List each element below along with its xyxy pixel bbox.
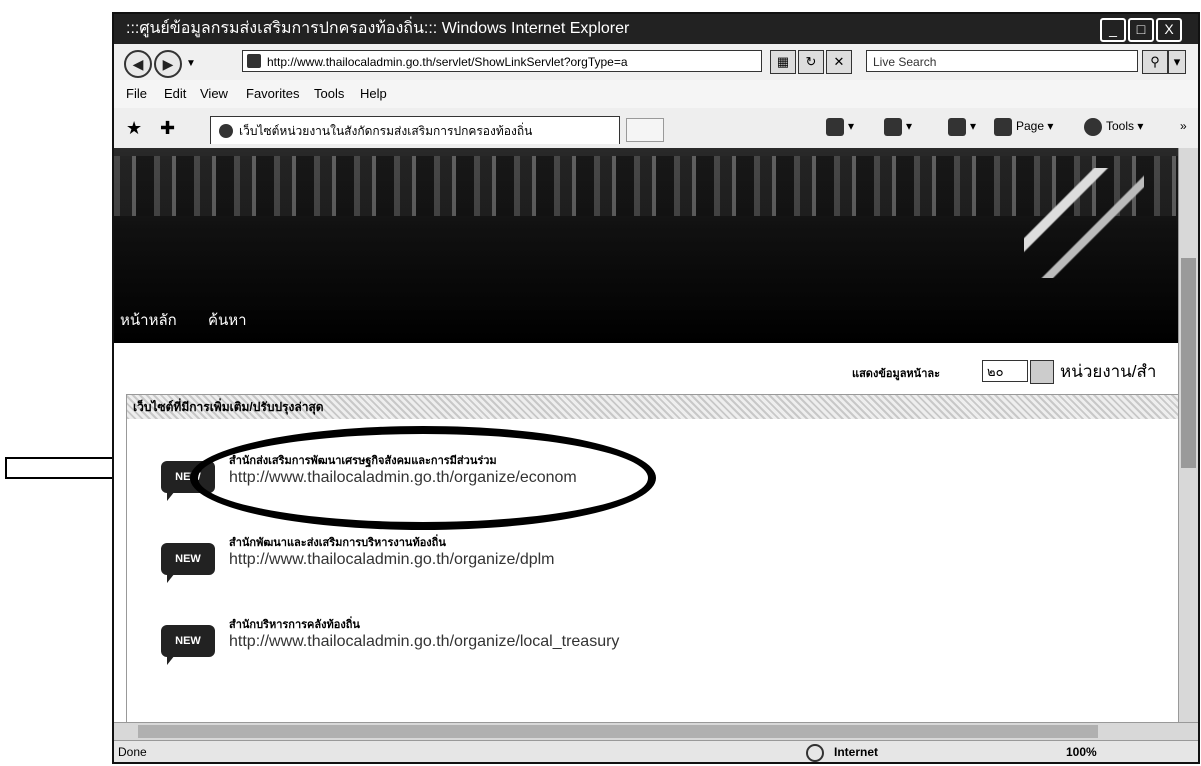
menu-favorites[interactable]: Favorites [246, 80, 299, 108]
banner-image [114, 156, 1178, 216]
horizontal-scroll-thumb[interactable] [138, 725, 1098, 738]
menu-help[interactable]: Help [360, 80, 387, 108]
forward-arrow-icon[interactable]: ▶ [154, 50, 182, 78]
feeds-icon[interactable]: ▾ [884, 114, 912, 138]
site-banner: หน้าหลัก ค้นหา [114, 148, 1178, 343]
page-size-select[interactable]: ๒๐ [982, 360, 1028, 382]
tab-row: ★ ✚ เว็บไซต์หน่วยงานในสังกัดกรมส่งเสริมก… [114, 108, 1198, 150]
address-input[interactable]: http://www.thailocaladmin.go.th/servlet/… [242, 50, 762, 72]
menu-edit[interactable]: Edit [164, 80, 186, 108]
new-badge-icon: NEW [161, 625, 215, 665]
vertical-scroll-thumb[interactable] [1181, 258, 1196, 468]
item-url-link[interactable]: http://www.thailocaladmin.go.th/organize… [229, 551, 555, 569]
search-icon[interactable]: ⚲ [1142, 50, 1168, 74]
tab-active[interactable]: เว็บไซต์หน่วยงานในสังกัดกรมส่งเสริมการปก… [210, 116, 620, 144]
home-icon[interactable]: ▾ [826, 114, 854, 138]
window-title: :::ศูนย์ข้อมูลกรมส่งเสริมการปกครองท้องถิ… [126, 20, 630, 37]
maximize-button[interactable]: □ [1128, 18, 1154, 42]
print-icon[interactable]: ▾ [948, 114, 976, 138]
browser-window: :::ศูนย์ข้อมูลกรมส่งเสริมการปกครองท้องถิ… [112, 12, 1200, 764]
favorites-star-icon[interactable]: ★ [126, 118, 142, 139]
minimize-button[interactable]: _ [1100, 18, 1126, 42]
address-row: ◀ ▶ ▼ http://www.thailocaladmin.go.th/se… [114, 44, 1198, 81]
search-options-icon[interactable]: ▾ [1168, 50, 1186, 74]
menu-view[interactable]: View [200, 80, 228, 108]
new-tab-button[interactable] [626, 118, 664, 142]
address-url: http://www.thailocaladmin.go.th/servlet/… [267, 55, 628, 69]
highlight-ellipse [190, 426, 656, 530]
back-arrow-icon[interactable]: ◀ [124, 50, 152, 78]
new-badge-icon: NEW [161, 543, 215, 583]
banner-nav: หน้าหลัก ค้นหา [114, 298, 1178, 343]
list-item: NEW สำนักบริหารการคลังท้องถิ่น http://ww… [161, 611, 1161, 681]
more-commands-icon[interactable]: » [1180, 114, 1187, 138]
page-size-dropdown-icon[interactable] [1030, 360, 1054, 384]
item-title[interactable]: สำนักพัฒนาและส่งเสริมการบริหารงานท้องถิ่… [229, 533, 446, 551]
globe-icon [806, 744, 824, 762]
title-bar: :::ศูนย์ข้อมูลกรมส่งเสริมการปกครองท้องถิ… [114, 14, 1198, 44]
menu-bar: File Edit View Favorites Tools Help [114, 80, 1198, 109]
stop-icon[interactable]: ✕ [826, 50, 852, 74]
panel-header: เว็บไซต์ที่มีการเพิ่มเติม/ปรับปรุงล่าสุด [127, 395, 1178, 419]
item-url-link[interactable]: http://www.thailocaladmin.go.th/organize… [229, 633, 619, 651]
page-menu[interactable]: Page ▾ [994, 114, 1053, 138]
page-menu-label: Page [1016, 119, 1045, 133]
tools-menu-label: Tools [1106, 119, 1135, 133]
refresh-icon[interactable]: ↻ [798, 50, 824, 74]
menu-tools[interactable]: Tools [314, 80, 344, 108]
security-zone: Internet [834, 745, 879, 759]
compatibility-icon[interactable]: ▦ [770, 50, 796, 74]
zoom-level[interactable]: 100% [1066, 741, 1097, 762]
tools-menu[interactable]: Tools ▾ [1084, 114, 1143, 138]
history-dropdown-icon[interactable]: ▼ [186, 58, 196, 69]
list-item: NEW สำนักพัฒนาและส่งเสริมการบริหารงานท้อ… [161, 529, 1161, 599]
site-icon [219, 124, 233, 138]
horizontal-scrollbar[interactable] [114, 722, 1198, 741]
page-content: หน้าหลัก ค้นหา แสดงข้อมูลหน้าละ ๒๐ หน่วย… [114, 148, 1178, 722]
nav-search[interactable]: ค้นหา [208, 298, 247, 343]
display-row: แสดงข้อมูลหน้าละ ๒๐ หน่วยงาน/สำ [114, 356, 1178, 386]
tab-active-label: เว็บไซต์หน่วยงานในสังกัดกรมส่งเสริมการปก… [239, 124, 533, 138]
nav-home[interactable]: หน้าหลัก [120, 298, 177, 343]
display-unit: หน่วยงาน/สำ [1060, 362, 1157, 381]
menu-file[interactable]: File [126, 80, 147, 108]
status-text: Done [118, 745, 147, 759]
status-bar: Done Internet 100% [114, 740, 1198, 762]
search-input[interactable]: Live Search [866, 50, 1138, 72]
add-favorites-icon[interactable]: ✚ [160, 118, 175, 139]
vertical-scrollbar[interactable] [1178, 148, 1198, 722]
close-button[interactable]: X [1156, 18, 1182, 42]
display-label: แสดงข้อมูลหน้าละ [852, 368, 941, 380]
item-title[interactable]: สำนักบริหารการคลังท้องถิ่น [229, 615, 360, 633]
panel-header-label: เว็บไซต์ที่มีการเพิ่มเติม/ปรับปรุงล่าสุด [133, 400, 324, 414]
page-icon [247, 54, 261, 68]
banner-graphic [1024, 168, 1144, 278]
